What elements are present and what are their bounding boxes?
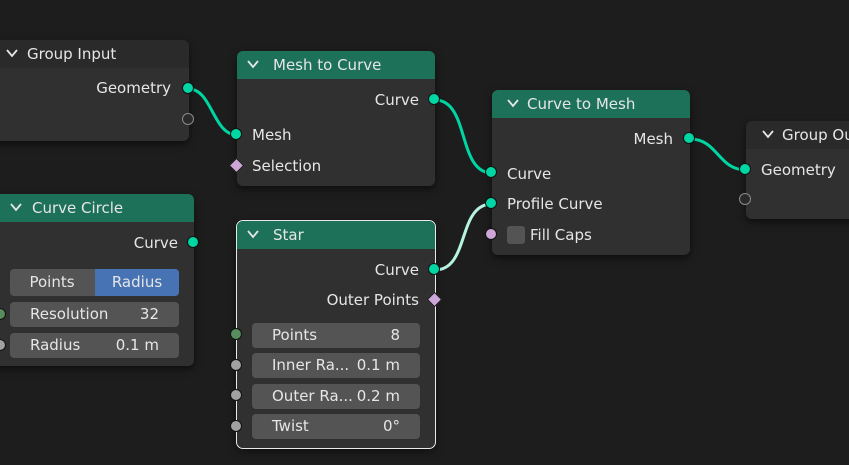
star-outer-points-label: Outer Points	[326, 291, 419, 309]
group-output-geometry-label: Geometry	[761, 161, 836, 179]
curve-to-mesh-mesh-out-socket[interactable]	[683, 132, 695, 144]
curve-to-mesh-fill-caps-socket[interactable]	[485, 228, 497, 240]
points-field-name: Points	[272, 326, 318, 344]
curve-to-mesh-header[interactable]: Curve to Mesh	[492, 90, 690, 118]
mesh-to-curve-selection-label: Selection	[252, 157, 322, 175]
collapse-chevron-icon[interactable]	[507, 99, 519, 108]
curve-to-mesh-mesh-label: Mesh	[633, 130, 674, 148]
star-node[interactable]: Star Curve Outer Points Points 8 Inner R…	[236, 220, 436, 449]
mode-option-points[interactable]: Points	[10, 269, 94, 296]
twist-field-name: Twist	[272, 417, 309, 435]
group-input-node[interactable]: Group Input Geometry	[0, 40, 189, 141]
star-header[interactable]: Star	[237, 221, 435, 249]
fill-caps-checkbox[interactable]	[507, 226, 525, 244]
group-input-header[interactable]: Group Input	[0, 40, 189, 68]
star-twist-field[interactable]: Twist 0°	[252, 414, 420, 439]
star-inner-radius-socket[interactable]	[230, 359, 242, 371]
collapse-chevron-icon[interactable]	[6, 49, 18, 58]
group-output-geometry-socket[interactable]	[739, 163, 751, 175]
mesh-to-curve-curve-out-socket[interactable]	[428, 93, 440, 105]
mode-option-radius[interactable]: Radius	[95, 269, 179, 296]
star-points-field[interactable]: Points 8	[252, 323, 420, 348]
collapse-chevron-icon[interactable]	[247, 60, 259, 69]
mesh-to-curve-title: Mesh to Curve	[273, 56, 382, 74]
collapse-chevron-icon[interactable]	[762, 130, 774, 139]
group-input-geometry-socket[interactable]	[182, 82, 194, 94]
link-curve-to-mesh-to-group-output	[689, 137, 747, 172]
outer-radius-field-value: 0.2 m	[356, 387, 400, 405]
mesh-to-curve-header[interactable]: Mesh to Curve	[237, 51, 435, 79]
collapse-chevron-icon[interactable]	[247, 230, 259, 239]
curve-to-mesh-fill-caps-label: Fill Caps	[530, 226, 592, 244]
curve-circle-curve-label: Curve	[133, 234, 178, 252]
mesh-to-curve-mesh-label: Mesh	[252, 126, 292, 144]
group-output-title: Group Output	[782, 126, 849, 144]
curve-circle-radius-field[interactable]: Radius 0.1 m	[10, 333, 179, 358]
star-twist-socket[interactable]	[230, 420, 242, 432]
mesh-to-curve-curve-label: Curve	[374, 91, 419, 109]
star-outer-radius-field[interactable]: Outer Ra... 0.2 m	[252, 384, 420, 409]
curve-circle-curve-out-socket[interactable]	[187, 236, 199, 248]
curve-to-mesh-profile-curve-socket[interactable]	[485, 197, 497, 209]
group-output-empty-socket[interactable]	[739, 193, 751, 205]
star-curve-out-socket[interactable]	[428, 263, 440, 275]
points-field-value: 8	[390, 326, 400, 344]
curve-circle-mode-selector[interactable]: Points Radius	[10, 269, 179, 296]
resolution-field-name: Resolution	[30, 305, 109, 323]
link-star-to-profile-curve	[434, 202, 493, 272]
resolution-field-value: 32	[139, 305, 159, 323]
group-output-header[interactable]: Group Output	[746, 121, 849, 149]
link-group-input-to-mesh-to-curve	[188, 87, 238, 137]
group-input-title: Group Input	[27, 45, 117, 63]
radius-field-name: Radius	[30, 336, 81, 354]
mesh-to-curve-mesh-in-socket[interactable]	[230, 128, 242, 140]
outer-radius-field-name: Outer Ra...	[272, 387, 353, 405]
mesh-to-curve-node[interactable]: Mesh to Curve Curve Mesh Selection	[237, 51, 435, 186]
link-mesh-to-curve-to-curve-to-mesh	[434, 98, 493, 175]
curve-circle-title: Curve Circle	[32, 199, 124, 217]
group-input-geometry-label: Geometry	[96, 79, 171, 97]
curve-to-mesh-curve-label: Curve	[507, 165, 552, 183]
twist-field-value: 0°	[382, 417, 400, 435]
inner-radius-field-value: 0.1 m	[356, 356, 400, 374]
star-title: Star	[273, 226, 304, 244]
star-points-socket[interactable]	[230, 328, 242, 340]
group-input-empty-socket[interactable]	[182, 113, 194, 125]
star-inner-radius-field[interactable]: Inner Ra... 0.1 m	[252, 353, 420, 378]
inner-radius-field-name: Inner Ra...	[272, 356, 350, 374]
curve-circle-header[interactable]: Curve Circle	[0, 194, 194, 222]
curve-to-mesh-curve-in-socket[interactable]	[485, 166, 497, 178]
radius-field-value: 0.1 m	[115, 336, 159, 354]
curve-circle-node[interactable]: Curve Circle Curve Points Radius Resolut…	[0, 194, 194, 366]
collapse-chevron-icon[interactable]	[10, 203, 22, 212]
curve-circle-resolution-field[interactable]: Resolution 32	[10, 302, 179, 327]
star-curve-label: Curve	[374, 261, 419, 279]
curve-to-mesh-profile-curve-label: Profile Curve	[507, 195, 603, 213]
curve-to-mesh-node[interactable]: Curve to Mesh Mesh Curve Profile Curve F…	[492, 90, 690, 255]
star-outer-radius-socket[interactable]	[230, 389, 242, 401]
group-output-node[interactable]: Group Output Geometry	[746, 121, 849, 219]
curve-to-mesh-title: Curve to Mesh	[527, 95, 636, 113]
